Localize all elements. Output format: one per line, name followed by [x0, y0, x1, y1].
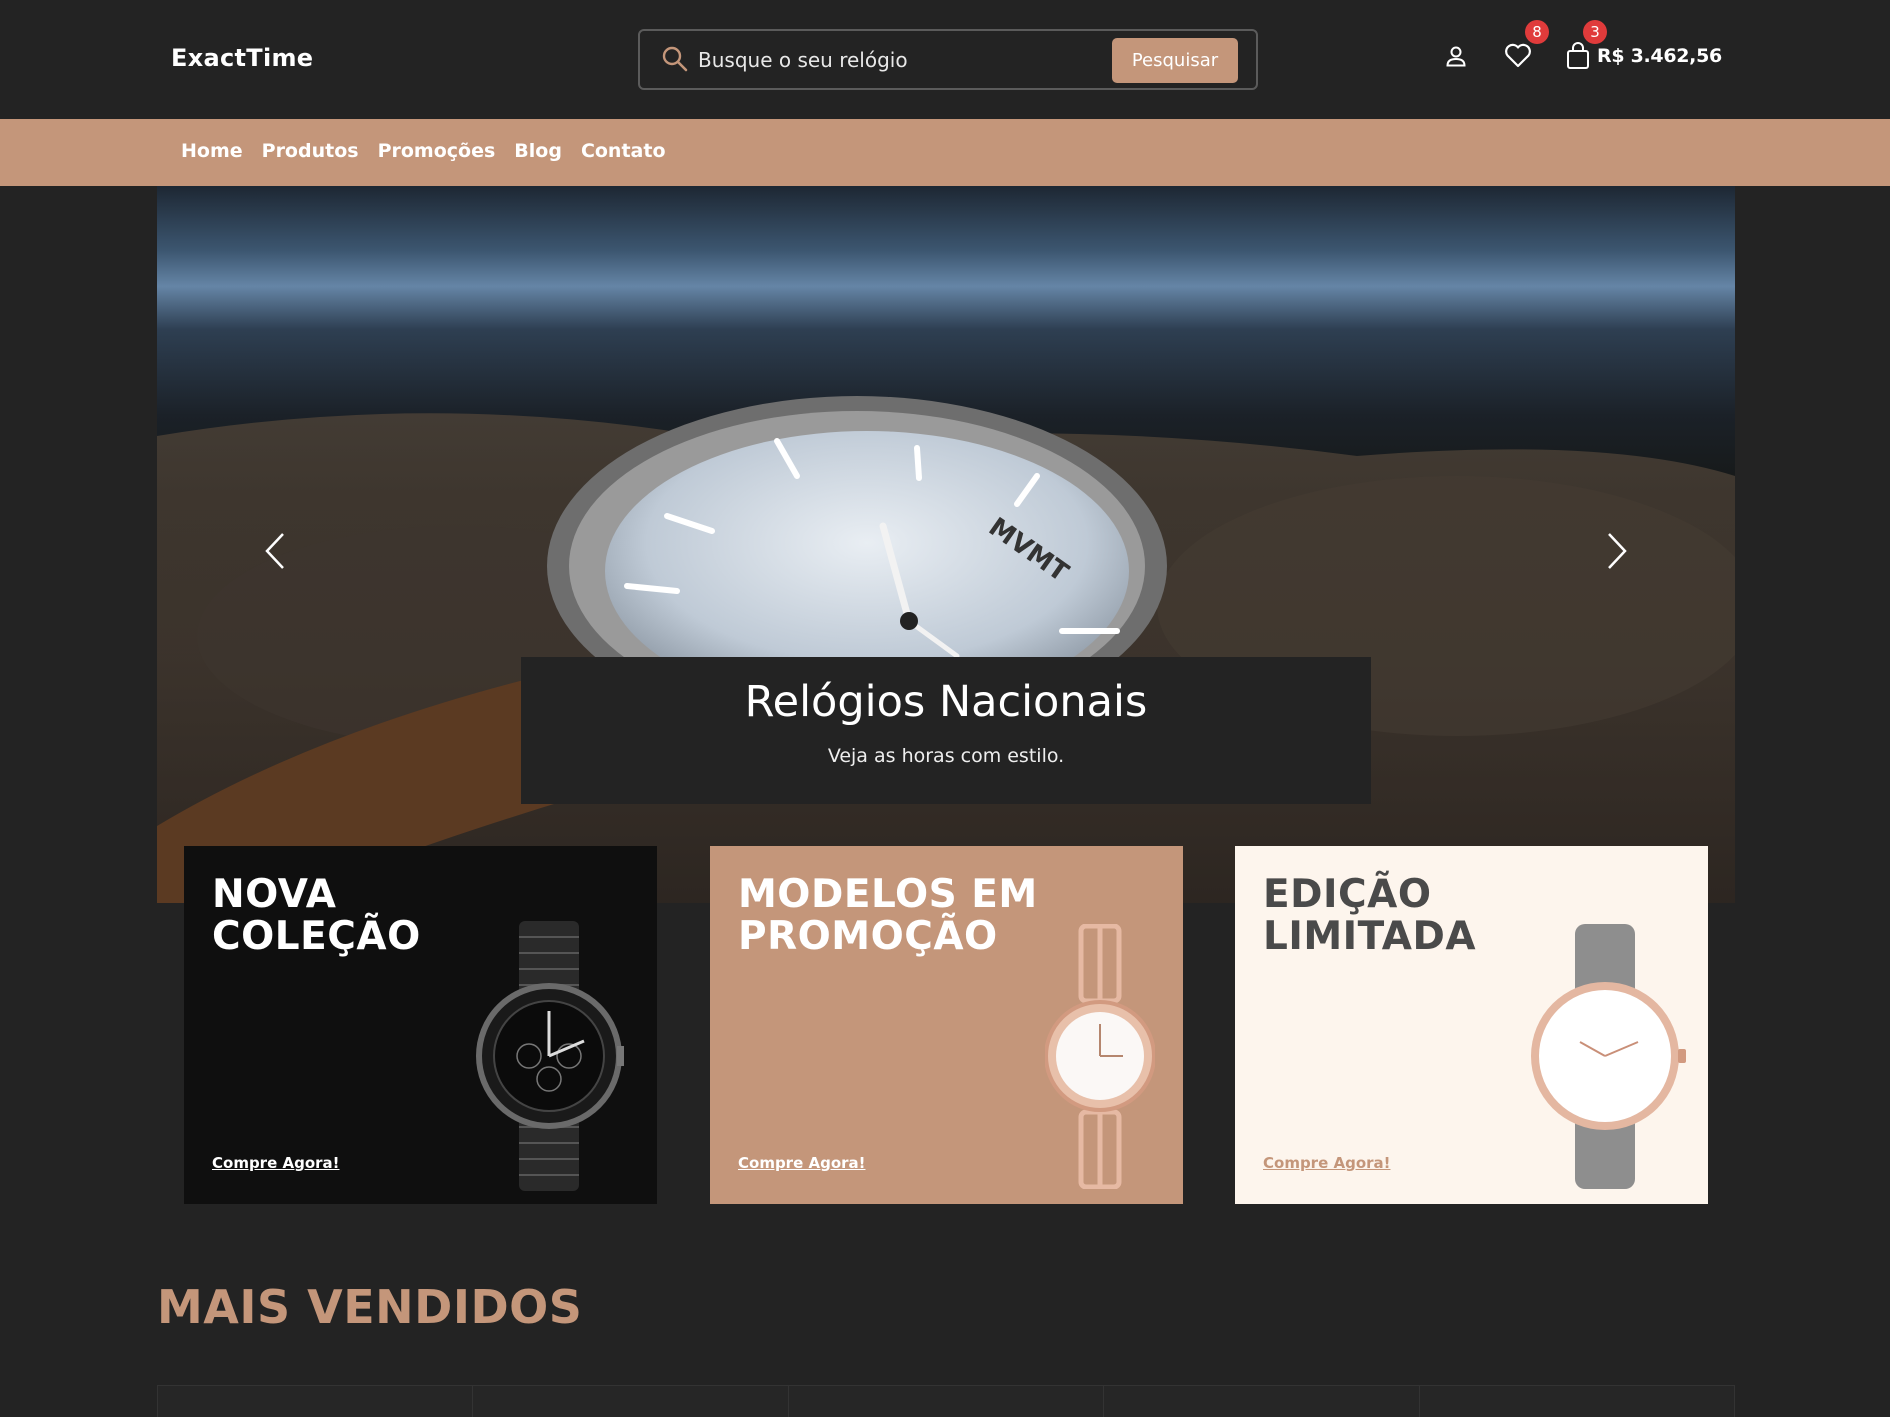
- shop-now-link[interactable]: Compre Agora!: [738, 1154, 866, 1172]
- promo-card-edicao-limitada[interactable]: Edição Limitada Compre Agora!: [1235, 846, 1708, 1204]
- grey-strap-watch-image: [1531, 924, 1686, 1189]
- main-nav: Home Produtos Promoções Blog Contato: [0, 119, 1890, 186]
- best-sellers-grid: [157, 1385, 1736, 1417]
- search-bar: Pesquisar: [638, 29, 1258, 90]
- promo-title: Modelos em Promoção: [738, 872, 1038, 959]
- promo-card-modelos-promocao[interactable]: Modelos em Promoção Compre Agora!: [710, 846, 1183, 1204]
- nav-item-home[interactable]: Home: [181, 140, 243, 162]
- wishlist-count-badge: 8: [1525, 20, 1549, 44]
- hero-subtitle: Veja as horas com estilo.: [827, 745, 1065, 767]
- nav-item-blog[interactable]: Blog: [514, 140, 562, 162]
- carousel-next-arrow[interactable]: [1595, 526, 1635, 576]
- user-icon[interactable]: [1444, 44, 1468, 68]
- carousel-prev-arrow[interactable]: [257, 526, 297, 576]
- shop-now-link[interactable]: Compre Agora!: [212, 1154, 340, 1172]
- promo-card-nova-colecao[interactable]: Nova Coleção Compre Agora!: [184, 846, 657, 1204]
- hero-title: Relógios Nacionais: [744, 677, 1148, 727]
- rose-gold-watch-image: [1045, 924, 1155, 1189]
- product-card[interactable]: [157, 1385, 473, 1417]
- hero-caption: Relógios Nacionais Veja as horas com est…: [521, 657, 1371, 804]
- search-icon: [662, 46, 688, 72]
- black-watch-image: [476, 921, 624, 1191]
- cart-total[interactable]: R$ 3.462,56: [1597, 45, 1722, 67]
- search-button[interactable]: Pesquisar: [1112, 38, 1238, 83]
- cart-count-badge: 3: [1583, 20, 1607, 44]
- heart-icon[interactable]: [1503, 41, 1533, 69]
- product-card[interactable]: [472, 1385, 788, 1417]
- search-input[interactable]: [698, 43, 1098, 77]
- product-card[interactable]: [1418, 1385, 1736, 1417]
- shop-now-link[interactable]: Compre Agora!: [1263, 1154, 1391, 1172]
- nav-links: Home Produtos Promoções Blog Contato: [181, 140, 666, 162]
- product-card[interactable]: [787, 1385, 1104, 1417]
- shopping-bag-icon[interactable]: [1566, 42, 1590, 70]
- nav-item-promocoes[interactable]: Promoções: [378, 140, 496, 162]
- nav-item-produtos[interactable]: Produtos: [262, 140, 359, 162]
- product-card[interactable]: [1103, 1385, 1419, 1417]
- nav-item-contato[interactable]: Contato: [581, 140, 666, 162]
- hero-slider: MVMT Relógios Nacionais Veja as horas co…: [157, 186, 1735, 903]
- best-sellers-title: MAIS VENDIDOS: [157, 1280, 583, 1334]
- logo[interactable]: ExactTime: [171, 44, 313, 72]
- site-header: ExactTime Pesquisar 8 3 R$ 3.462,56: [0, 0, 1890, 119]
